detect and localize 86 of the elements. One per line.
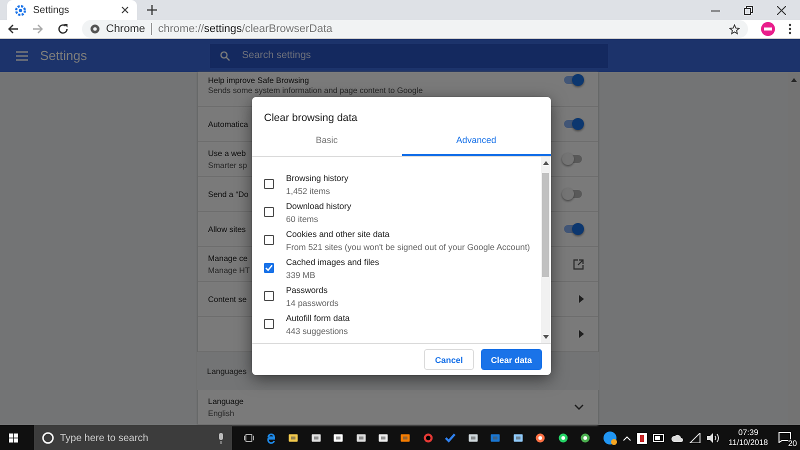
chrome-page-icon xyxy=(90,24,100,34)
search-icon xyxy=(220,50,230,60)
cancel-button[interactable]: Cancel xyxy=(424,349,474,370)
site-label: Chrome xyxy=(106,23,146,35)
url-text: chrome://settings/clearBrowserData xyxy=(158,23,332,35)
clock-date[interactable]: 11/10/2018 xyxy=(728,438,768,448)
settings-title: Settings xyxy=(40,48,88,63)
speaker-icon[interactable] xyxy=(706,433,719,443)
ring-icon[interactable] xyxy=(422,431,434,445)
checkbox[interactable] xyxy=(264,179,274,189)
setting-title: Help improve Safe Browsing xyxy=(208,76,310,85)
item-detail: 339 MB xyxy=(286,270,316,280)
setting-title: Send a “Do xyxy=(208,190,248,198)
checkbox[interactable] xyxy=(264,319,274,329)
item-detail: 14 passwords xyxy=(286,298,338,308)
checkbox[interactable] xyxy=(264,263,274,273)
microphone-icon[interactable] xyxy=(218,433,224,444)
item-label: Passwords xyxy=(286,284,329,294)
item-detail: From 521 sites (you won't be signed out of your Google Account) xyxy=(286,242,530,252)
setting-description: English xyxy=(208,408,236,418)
battery-icon[interactable] xyxy=(652,434,665,442)
setting-title: Use a web xyxy=(208,148,247,158)
windows-start-icon[interactable] xyxy=(9,432,18,444)
browser-tab[interactable]: Settings xyxy=(7,0,137,20)
scroll-up-icon[interactable] xyxy=(791,78,797,82)
dialog-title: Clear browsing data xyxy=(263,111,358,126)
cloud-icon[interactable] xyxy=(670,434,683,442)
toggle-switch[interactable] xyxy=(564,155,582,163)
section-heading: Languages xyxy=(207,366,247,376)
scroll-down-icon[interactable] xyxy=(542,335,548,339)
checkbox[interactable] xyxy=(264,207,274,217)
close-icon[interactable] xyxy=(777,6,786,14)
search-field[interactable]: Search settings xyxy=(210,44,608,68)
setting-title: Automatica xyxy=(208,120,248,128)
reload-icon[interactable] xyxy=(57,23,69,35)
checkbox[interactable] xyxy=(264,235,274,245)
toggle-switch[interactable] xyxy=(564,190,582,198)
external-link-icon[interactable] xyxy=(573,258,584,270)
address-bar[interactable]: Chrome chrome://settings/clearBrowserData xyxy=(82,20,748,38)
menu-icon[interactable] xyxy=(788,23,792,35)
item-detail: 60 items xyxy=(286,214,320,224)
item-label: Autofill form data xyxy=(286,312,350,322)
circle-icon xyxy=(42,432,54,444)
item-detail: 1,452 items xyxy=(286,186,331,196)
checkbox[interactable] xyxy=(264,291,274,301)
scroll-up-icon[interactable] xyxy=(542,161,548,165)
arrow-right-icon[interactable] xyxy=(579,295,584,303)
dialog-tab[interactable]: Basic xyxy=(252,132,402,156)
notification-center-button[interactable]: 20 xyxy=(778,430,796,446)
browser-e-icon[interactable] xyxy=(266,431,276,445)
item-label: Cookies and other site data xyxy=(286,228,390,238)
close-icon[interactable] xyxy=(121,6,129,14)
item-label: Cached images and files xyxy=(286,256,380,266)
item-label: Browsing history xyxy=(286,172,348,182)
arrow-right-icon[interactable] xyxy=(579,330,584,338)
restore-icon[interactable] xyxy=(744,6,753,14)
chevron-up-icon[interactable] xyxy=(622,436,631,440)
toggle-switch[interactable] xyxy=(564,120,582,128)
profile-avatar-icon[interactable] xyxy=(761,22,775,36)
star-icon[interactable] xyxy=(729,24,740,34)
task-view-icon[interactable] xyxy=(244,433,254,443)
setting-title: Manage ce xyxy=(208,254,249,262)
item-detail: 443 suggestions xyxy=(286,326,349,336)
toggle-switch[interactable] xyxy=(564,76,582,84)
taskbar-search-field[interactable]: Type here to search xyxy=(34,425,232,450)
toggle-switch[interactable] xyxy=(564,225,582,233)
checkmark-icon[interactable] xyxy=(445,431,456,445)
dialog-tab[interactable]: Advanced xyxy=(402,132,551,156)
scrollbar[interactable] xyxy=(541,157,550,343)
tab-title: Settings xyxy=(33,4,70,16)
app-tile-icon[interactable] xyxy=(636,432,647,444)
back-icon[interactable] xyxy=(7,23,19,35)
wifi-icon[interactable] xyxy=(688,433,701,443)
circle-app-icon[interactable] xyxy=(580,431,590,445)
setting-title: Language xyxy=(208,396,244,406)
setting-description: Sends some system information and page content to Google xyxy=(208,86,423,95)
new-tab-icon[interactable] xyxy=(147,5,157,15)
setting-description: Smarter sp xyxy=(208,160,248,170)
setting-title: Content se xyxy=(208,294,247,304)
setting-description: Manage HT xyxy=(208,266,250,274)
item-label: Download history xyxy=(286,200,352,210)
setting-title: Allow sites xyxy=(208,224,246,234)
chevron-down-icon[interactable] xyxy=(574,404,584,410)
clock-time[interactable]: 07:39 xyxy=(738,428,758,438)
clear-data-button[interactable]: Clear data xyxy=(480,349,542,370)
gear-icon xyxy=(15,4,26,16)
